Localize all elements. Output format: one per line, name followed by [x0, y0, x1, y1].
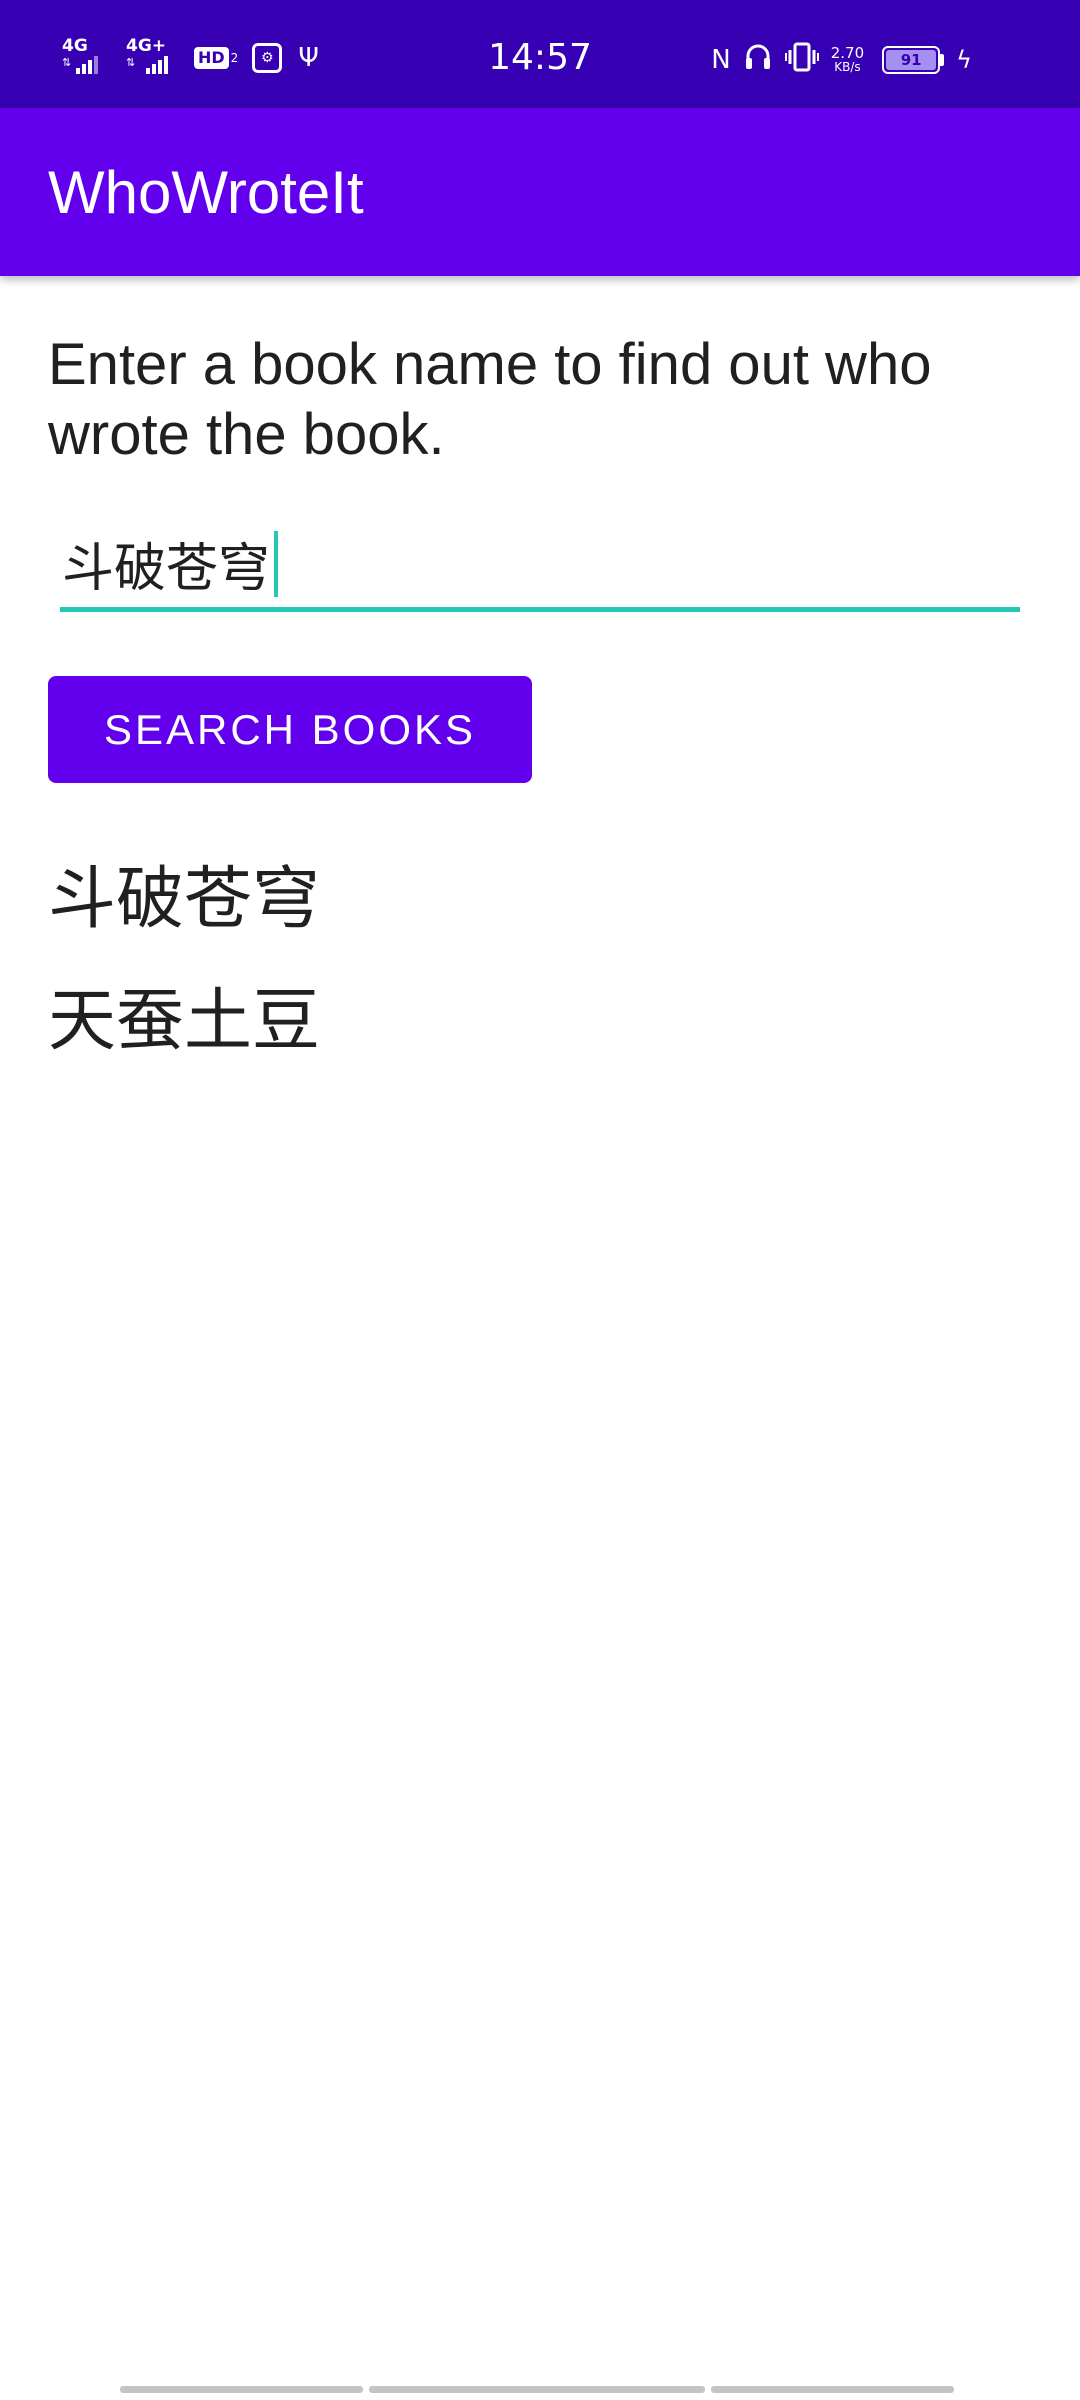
network-speed: 2.70 KB/s — [830, 44, 865, 75]
instructions-text: Enter a book name to find out who wrote … — [48, 332, 932, 467]
gesture-segment[interactable] — [711, 2386, 954, 2393]
app-bar: WhoWroteIt — [0, 108, 1080, 276]
status-bar: 4G ⇅ 4G+ ⇅ HD 2 ⚙ Ψ 14:57 N 2.70 KB/s 91… — [0, 0, 1080, 108]
gesture-segment[interactable] — [368, 2386, 706, 2393]
gesture-segment[interactable] — [120, 2386, 363, 2393]
nfc-icon: N — [711, 45, 731, 75]
charging-icon: ϟ — [956, 46, 972, 74]
book-input-field[interactable]: 斗破苍穹 — [60, 520, 1020, 607]
result-title: 斗破苍穹 — [48, 860, 321, 939]
battery-level: 91 — [886, 50, 937, 70]
vibrate-icon — [784, 42, 819, 79]
battery-body: 91 — [882, 46, 941, 74]
headphones-icon — [745, 43, 771, 78]
battery-tip — [940, 54, 945, 66]
network-speed-unit: KB/s — [834, 60, 861, 74]
app-title: WhoWroteIt — [48, 159, 364, 226]
status-right-icons: N 2.70 KB/s 91 ϟ — [697, 40, 972, 80]
search-books-button[interactable]: SEARCH BOOKS — [48, 676, 532, 783]
result-author: 天蚕土豆 — [48, 982, 321, 1061]
battery-icon: 91 — [882, 46, 945, 74]
text-cursor — [274, 530, 279, 597]
gesture-bar[interactable] — [120, 2386, 960, 2394]
network-speed-value: 2.70 — [830, 44, 865, 62]
book-search-input[interactable]: 斗破苍穹 — [60, 520, 1020, 612]
book-input-value: 斗破苍穹 — [62, 539, 271, 599]
